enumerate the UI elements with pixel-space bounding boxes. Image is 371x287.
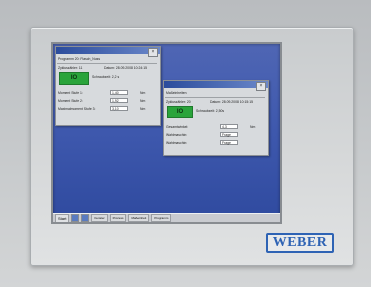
io-status-button[interactable]: IO: [167, 106, 193, 118]
units-window-titlebar[interactable]: ×: [164, 81, 268, 91]
unit-label: Nm: [250, 125, 256, 129]
value-field[interactable]: 3,10: [110, 106, 128, 111]
divider: [57, 63, 157, 64]
row-label: Wahlmaschin:: [166, 141, 188, 145]
value-field[interactable]: 1,92: [110, 98, 128, 103]
taskbar-button[interactable]: Prozess: [109, 214, 127, 222]
unit-label: Nm: [140, 107, 146, 111]
program-window: × Programm 20: Flasch_Nuss Zykluszähler:…: [55, 46, 161, 126]
cycle-counter: Zykluszähler: 20: [166, 100, 191, 104]
date-label: Datum: 28.09.2008 10:24:15: [104, 66, 147, 70]
close-icon[interactable]: ×: [148, 48, 158, 57]
value-field[interactable]: Frage: [220, 132, 238, 137]
row-label: Moment Stufe 1:: [58, 91, 83, 95]
value-field[interactable]: 1,40: [110, 90, 128, 95]
app-icon[interactable]: [71, 214, 80, 222]
row-label: Gesamtwinkel:: [166, 125, 189, 129]
close-icon[interactable]: ×: [256, 82, 266, 91]
units-heading: Maßeinheiten: [166, 91, 187, 95]
screw-time: Schraubzeit: 2,2 s: [92, 75, 120, 79]
divider: [165, 97, 265, 98]
start-button[interactable]: Start: [55, 213, 70, 222]
units-window: × Maßeinheiten Zykluszähler: 20 Datum: 2…: [163, 80, 269, 156]
io-status-button[interactable]: IO: [59, 72, 89, 85]
unit-label: Nm: [140, 91, 146, 95]
value-field[interactable]: 4,3: [220, 124, 238, 129]
row-label: Moment Stufe 2:: [58, 99, 83, 103]
row-label: Maximalmoment Stufe 3:: [58, 107, 96, 111]
taskbar-button[interactable]: Programm: [151, 214, 172, 222]
weber-logo: WEBER: [266, 233, 334, 253]
screen: × Programm 20: Flasch_Nuss Zykluszähler:…: [51, 42, 282, 224]
taskbar: Start Fenster Prozess Maßeinheit Program…: [53, 213, 280, 222]
program-window-titlebar[interactable]: ×: [56, 47, 160, 57]
program-heading: Programm 20: Flasch_Nuss: [58, 57, 101, 61]
app-icon[interactable]: [81, 214, 90, 222]
unit-label: Nm: [140, 99, 146, 103]
row-label: Wahlmaschin:: [166, 133, 188, 137]
taskbar-button[interactable]: Fenster: [91, 214, 108, 222]
value-field[interactable]: Frage: [220, 140, 238, 145]
cycle-counter: Zykluszähler: 11: [58, 66, 83, 70]
taskbar-button[interactable]: Maßeinheit: [128, 214, 150, 222]
date-label: Datum: 28.09.2008 10:15:15: [210, 100, 253, 104]
screw-time: Schraubzeit: 2,50s: [196, 109, 225, 113]
